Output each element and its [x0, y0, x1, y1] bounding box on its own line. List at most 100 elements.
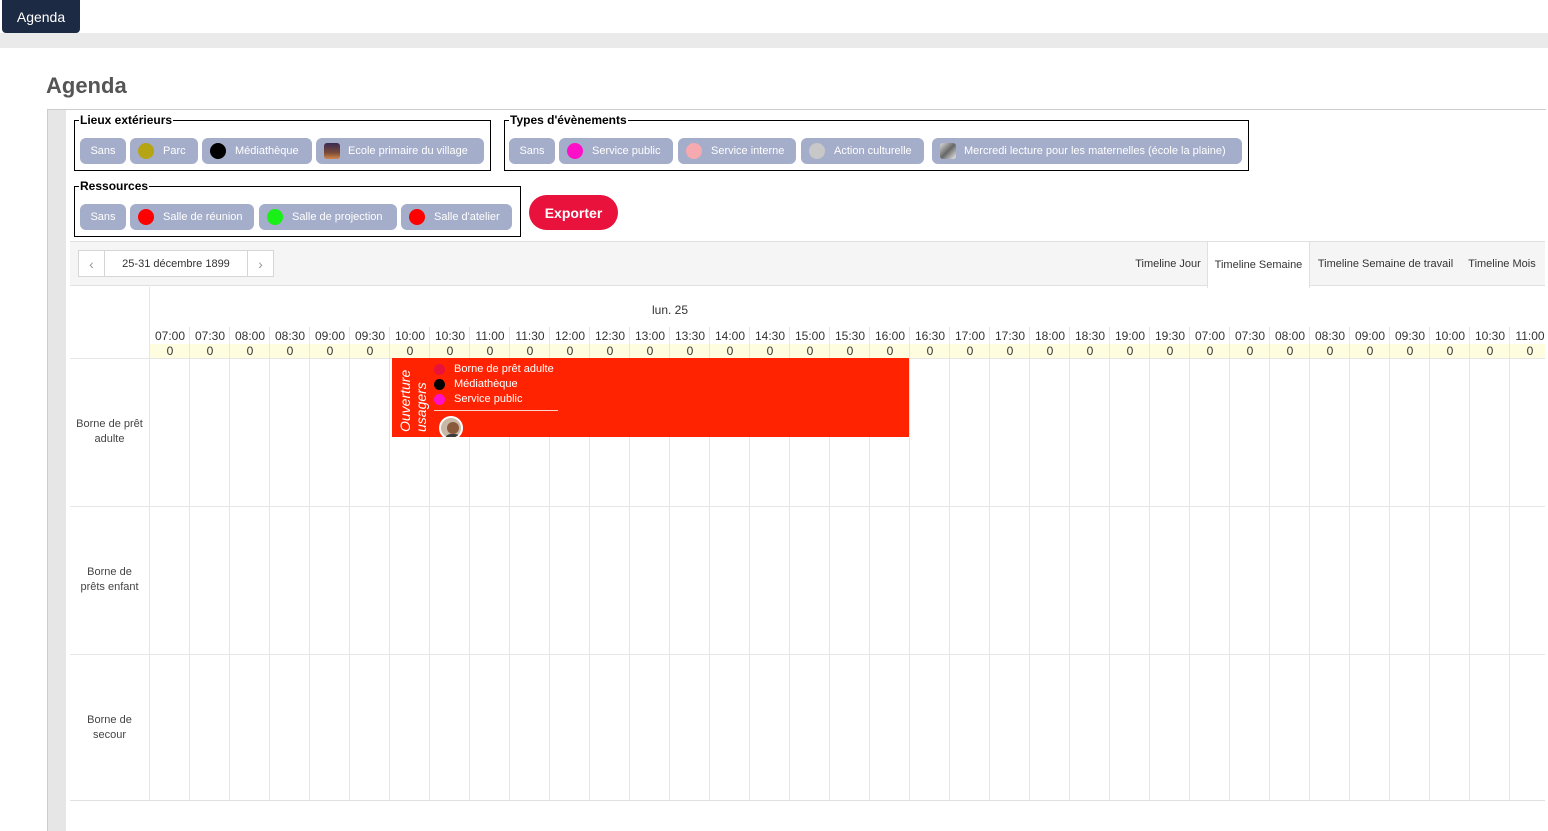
filter-chip-service-interne[interactable]: Service interne	[678, 138, 796, 164]
filter-chip-label: Mercredi lecture pour les maternelles (é…	[964, 145, 1226, 157]
filter-chip-parc[interactable]: Parc	[130, 138, 198, 164]
filter-chip-salle-de-projection[interactable]: Salle de projection	[259, 204, 397, 230]
resource-label: Borne de secour	[87, 713, 132, 741]
grid-column-line	[229, 327, 230, 800]
day-header: lun. 25	[652, 303, 689, 317]
color-dot-icon	[686, 143, 702, 159]
slot-count: 0	[1310, 344, 1350, 358]
filter-chip-salle-de-r-union[interactable]: Salle de réunion	[130, 204, 254, 230]
time-slot-label: 13:30	[674, 329, 706, 343]
grid-column-line	[1029, 327, 1030, 800]
types-legend: Types d'évènements	[510, 113, 627, 127]
filter-chip-ecole-primaire-du-village[interactable]: Ecole primaire du village	[316, 138, 484, 164]
filter-chip-sans[interactable]: Sans	[509, 138, 555, 164]
tab-timeline-jour[interactable]: Timeline Jour	[1132, 242, 1204, 286]
filter-chip-label: Sans	[90, 145, 116, 157]
grid-column-line	[1469, 327, 1470, 800]
grid-column-line	[1109, 327, 1110, 800]
slot-count: 0	[430, 344, 470, 358]
slot-count: 0	[910, 344, 950, 358]
types-evenements-filter: Types d'évènements Sans Service public Ser…	[504, 114, 1249, 171]
slot-count: 0	[1510, 344, 1545, 358]
filter-chip-m-diath-que[interactable]: Médiathèque	[202, 138, 312, 164]
book-image-icon	[940, 143, 956, 159]
slot-count: 0	[1110, 344, 1150, 358]
tab-timeline-semaine-de-travail[interactable]: Timeline Semaine de travail	[1312, 242, 1459, 286]
slot-count: 0	[630, 344, 670, 358]
filter-chip-service-public[interactable]: Service public	[559, 138, 673, 164]
filter-chip-label: Salle d'atelier	[434, 211, 500, 223]
filter-chip-label: Sans	[519, 145, 545, 157]
filter-chip-sans[interactable]: Sans	[80, 204, 126, 230]
resource-label: Borne de prêt adulte	[76, 418, 143, 445]
grid-column-line	[1309, 327, 1310, 800]
time-slot-label: 14:00	[714, 329, 746, 343]
grid-column-line	[1069, 327, 1070, 800]
slot-count: 0	[1430, 344, 1470, 358]
grid-column-line	[1269, 327, 1270, 800]
grid-column-line	[189, 327, 190, 800]
grid-column-line	[349, 327, 350, 800]
slot-count: 0	[1470, 344, 1510, 358]
lieux-legend: Lieux extérieurs	[80, 113, 173, 127]
tab-timeline-mois[interactable]: Timeline Mois	[1462, 242, 1542, 286]
filter-chip-mercredi-lecture-pour-les-maternelles-cole-la-plaine[interactable]: Mercredi lecture pour les maternelles (é…	[932, 138, 1242, 164]
time-slot-label: 11:30	[515, 329, 545, 343]
panel-left-gutter	[48, 110, 66, 831]
slot-count: 0	[710, 344, 750, 358]
time-slot-label: 18:00	[1034, 329, 1066, 343]
slot-count: 0	[950, 344, 990, 358]
time-slot-label: 12:30	[594, 329, 626, 343]
event-line-resource: Borne de prêt adulte	[434, 363, 554, 375]
slot-count: 0	[1350, 344, 1390, 358]
time-slot-label: 13:00	[634, 329, 666, 343]
tab-timeline-semaine[interactable]: Timeline Semaine	[1207, 242, 1310, 288]
slot-count: 0	[350, 344, 390, 358]
agenda-tab[interactable]: Agenda	[2, 0, 80, 33]
grid-column-line	[909, 327, 910, 800]
color-dot-icon	[138, 209, 154, 225]
grid-column-line	[309, 327, 310, 800]
slot-count: 0	[470, 344, 510, 358]
color-dot-icon	[210, 143, 226, 159]
slot-count: 0	[270, 344, 310, 358]
export-button[interactable]: Exporter	[529, 195, 618, 230]
event-title: Ouverture usagers	[397, 369, 429, 432]
slot-count: 0	[670, 344, 710, 358]
filter-chip-salle-d-atelier[interactable]: Salle d'atelier	[401, 204, 512, 230]
grid-column-line	[389, 327, 390, 800]
slot-count: 0	[1390, 344, 1430, 358]
avatar	[439, 416, 463, 437]
date-range-label[interactable]: 25-31 décembre 1899	[104, 251, 248, 276]
lieux-exterieurs-filter: Lieux extérieurs Sans Parc Médiathèque Ecol…	[74, 114, 491, 171]
grid-column-line	[1429, 327, 1430, 800]
type-dot-icon	[434, 393, 445, 405]
event-line-label: Médiathèque	[454, 378, 518, 390]
filter-chip-label: Salle de réunion	[163, 211, 243, 223]
filter-chip-sans[interactable]: Sans	[80, 138, 126, 164]
slot-count: 0	[1230, 344, 1270, 358]
filter-chip-action-culturelle[interactable]: Action culturelle	[801, 138, 924, 164]
time-slot-label: 10:00	[394, 329, 426, 343]
slot-count: 0	[790, 344, 830, 358]
filter-chip-label: Salle de projection	[292, 211, 383, 223]
filter-chip-label: Service public	[592, 145, 661, 157]
color-dot-icon	[138, 143, 154, 159]
time-slot-label: 18:30	[1074, 329, 1106, 343]
time-slot-label: 16:30	[914, 329, 946, 343]
chevron-right-icon[interactable]: ›	[248, 251, 273, 276]
chevron-left-icon[interactable]: ‹	[79, 251, 104, 276]
grid-row-line	[70, 506, 1545, 507]
time-slot-label: 07:30	[1234, 329, 1266, 343]
time-slot-label: 09:00	[314, 329, 346, 343]
color-dot-icon	[267, 209, 283, 225]
slot-count: 0	[190, 344, 230, 358]
time-slot-label: 08:00	[234, 329, 266, 343]
color-dot-icon	[809, 143, 825, 159]
slot-count: 0	[590, 344, 630, 358]
ressources-filter: Ressources Sans Salle de réunion Salle de …	[74, 180, 521, 237]
event-ouverture-usagers[interactable]: Ouverture usagers Borne de prêt adulte M…	[392, 358, 909, 437]
event-line-location: Médiathèque	[434, 378, 518, 390]
time-slot-label: 08:30	[1314, 329, 1346, 343]
grid-column-line	[949, 327, 950, 800]
